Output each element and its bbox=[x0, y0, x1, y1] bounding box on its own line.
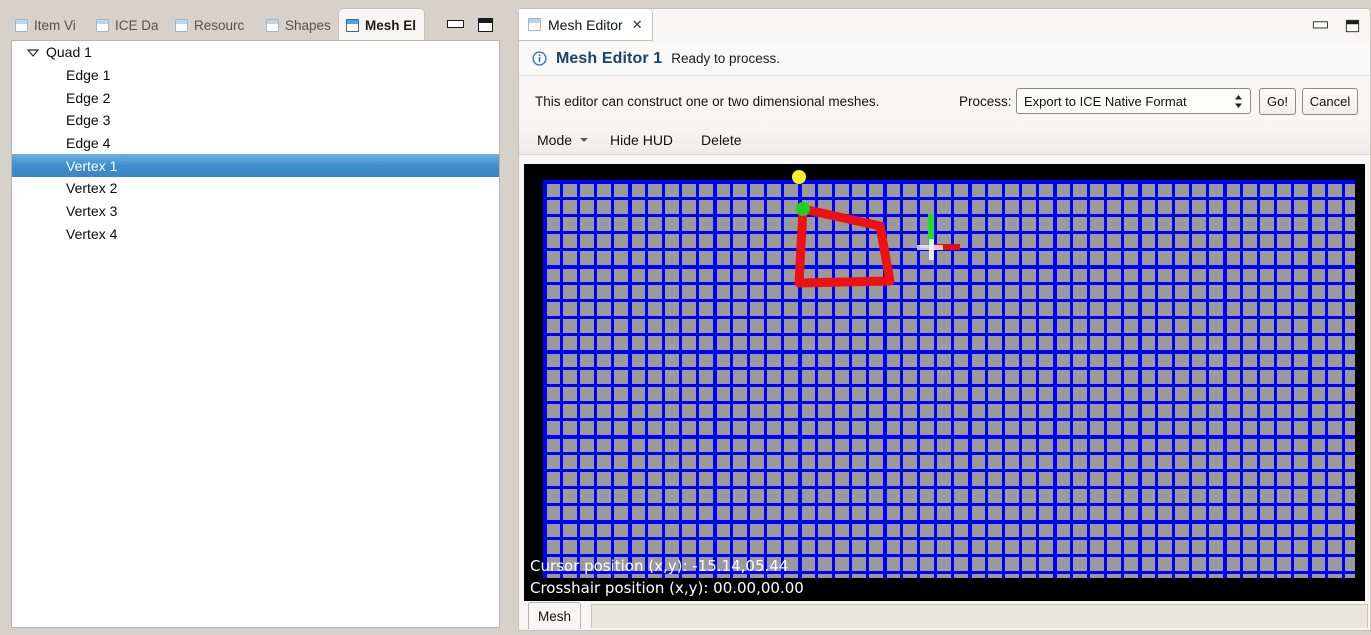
mesh-vertex-marker bbox=[875, 221, 885, 231]
hud-crosshair-position: Crosshair position (x,y): 00.00,00.00 bbox=[530, 579, 804, 597]
view-icon bbox=[346, 19, 359, 32]
tab-mesh-elements[interactable]: Mesh El bbox=[338, 8, 426, 42]
tree-item-vertex-4[interactable]: Vertex 4 bbox=[12, 223, 499, 246]
selected-vertex-marker bbox=[796, 202, 810, 216]
view-icon bbox=[96, 18, 109, 32]
editor-status-bar: Mesh Editor 1 Ready to process. bbox=[519, 42, 1370, 76]
process-label: Process: bbox=[959, 93, 1012, 109]
tree-root-label: Quad 1 bbox=[46, 44, 92, 61]
editor-window-controls bbox=[1312, 19, 1360, 33]
mesh-polygon bbox=[794, 204, 895, 288]
editor-bottom-tab-bar: Mesh bbox=[519, 601, 1370, 630]
tree-item-edge-2[interactable]: Edge 2 bbox=[12, 86, 499, 109]
tree-item-edge-1[interactable]: Edge 1 bbox=[12, 64, 499, 87]
status-message: Ready to process. bbox=[671, 51, 781, 66]
view-icon bbox=[175, 18, 188, 32]
tab-label: ICE Da bbox=[115, 17, 159, 33]
info-icon bbox=[532, 51, 547, 66]
editor-tab-mesh-editor[interactable]: Mesh Editor ✕ bbox=[519, 9, 653, 41]
tab-label: Shapes bbox=[285, 17, 331, 33]
go-button[interactable]: Go! bbox=[1259, 87, 1296, 115]
left-tab-bar: Item Vi ICE Da Resourc Shapes Mesh El bbox=[0, 6, 511, 42]
tree-item-vertex-3[interactable]: Vertex 3 bbox=[12, 200, 499, 223]
tree-item-vertex-2[interactable]: Vertex 2 bbox=[12, 177, 499, 200]
view-icon bbox=[15, 18, 28, 32]
editor-toolbar: Mode Hide HUD Delete bbox=[519, 125, 1370, 155]
left-window-controls bbox=[447, 18, 493, 32]
chevron-down-icon[interactable] bbox=[26, 45, 40, 59]
view-icon bbox=[266, 18, 279, 32]
tab-item-viewer[interactable]: Item Vi bbox=[8, 10, 84, 40]
editor-description: This editor can construct one or two dim… bbox=[535, 93, 880, 109]
process-row: This editor can construct one or two dim… bbox=[519, 77, 1370, 125]
mesh-canvas[interactable]: Cursor position (x,y): -15.14,05.44 Cros… bbox=[524, 164, 1365, 604]
delete-button[interactable]: Delete bbox=[701, 132, 741, 148]
view-icon bbox=[528, 18, 541, 31]
minimize-icon[interactable] bbox=[1312, 20, 1328, 29]
tab-label: Resourc bbox=[194, 17, 245, 33]
mesh-editor-frame: Mesh Editor ✕ Mesh Editor 1 Ready to pro… bbox=[518, 8, 1371, 631]
tree-item-edge-4[interactable]: Edge 4 bbox=[12, 132, 499, 155]
minimize-icon[interactable] bbox=[447, 18, 464, 28]
bottom-tab-mesh[interactable]: Mesh bbox=[528, 602, 582, 629]
editor-tab-label: Mesh Editor bbox=[548, 16, 623, 33]
tab-ice-data[interactable]: ICE Da bbox=[89, 10, 167, 40]
hud-cursor-position: Cursor position (x,y): -15.14,05.44 bbox=[530, 557, 789, 575]
hide-hud-button[interactable]: Hide HUD bbox=[610, 132, 673, 148]
tree-item-label: Edge 2 bbox=[66, 89, 111, 106]
process-select[interactable]: Export to ICE Native Format bbox=[1016, 88, 1251, 114]
tree-item-label: Edge 4 bbox=[66, 135, 111, 152]
spinner-arrows-icon[interactable] bbox=[1233, 92, 1244, 111]
tree-item-label: Edge 1 bbox=[66, 67, 111, 84]
application-window: Item Vi ICE Da Resourc Shapes Mesh El Qu… bbox=[0, 0, 1371, 635]
mesh-elements-tree[interactable]: Quad 1 Edge 1 Edge 2 Edge 3 Edge 4 Verte… bbox=[11, 40, 500, 628]
tree-item-label: Vertex 4 bbox=[66, 225, 118, 242]
hover-marker bbox=[792, 170, 806, 184]
maximize-icon[interactable] bbox=[478, 18, 493, 32]
tab-label: Mesh El bbox=[365, 18, 417, 33]
tree-item-label: Vertex 3 bbox=[66, 203, 118, 220]
right-panel: Mesh Editor ✕ Mesh Editor 1 Ready to pro… bbox=[517, 0, 1371, 635]
left-panel: Item Vi ICE Da Resourc Shapes Mesh El Qu… bbox=[0, 0, 511, 635]
mesh-geometry bbox=[792, 170, 960, 288]
tree-item-vertex-1[interactable]: Vertex 1 bbox=[12, 154, 499, 178]
cancel-button[interactable]: Cancel bbox=[1302, 87, 1358, 115]
mode-label: Mode bbox=[537, 131, 573, 148]
bottom-tab-strip-filler bbox=[591, 604, 1368, 628]
tree-item-label: Vertex 1 bbox=[66, 157, 118, 174]
tab-label: Item Vi bbox=[34, 17, 76, 33]
chevron-down-icon[interactable] bbox=[580, 137, 589, 142]
tree-item-label: Edge 3 bbox=[66, 112, 111, 129]
tree-item-edge-3[interactable]: Edge 3 bbox=[12, 109, 499, 132]
tree-item-label: Vertex 2 bbox=[66, 180, 118, 197]
crosshair-center-horizontal bbox=[917, 245, 943, 250]
maximize-icon[interactable] bbox=[1345, 19, 1360, 33]
tab-resources[interactable]: Resourc bbox=[168, 10, 252, 40]
tab-shapes[interactable]: Shapes bbox=[259, 10, 339, 40]
close-icon[interactable]: ✕ bbox=[632, 17, 643, 33]
tree-root-quad-1[interactable]: Quad 1 bbox=[12, 41, 499, 64]
process-select-value: Export to ICE Native Format bbox=[1024, 93, 1187, 109]
mode-menu-button[interactable]: Mode bbox=[537, 131, 589, 148]
page-title: Mesh Editor 1 bbox=[556, 49, 663, 67]
